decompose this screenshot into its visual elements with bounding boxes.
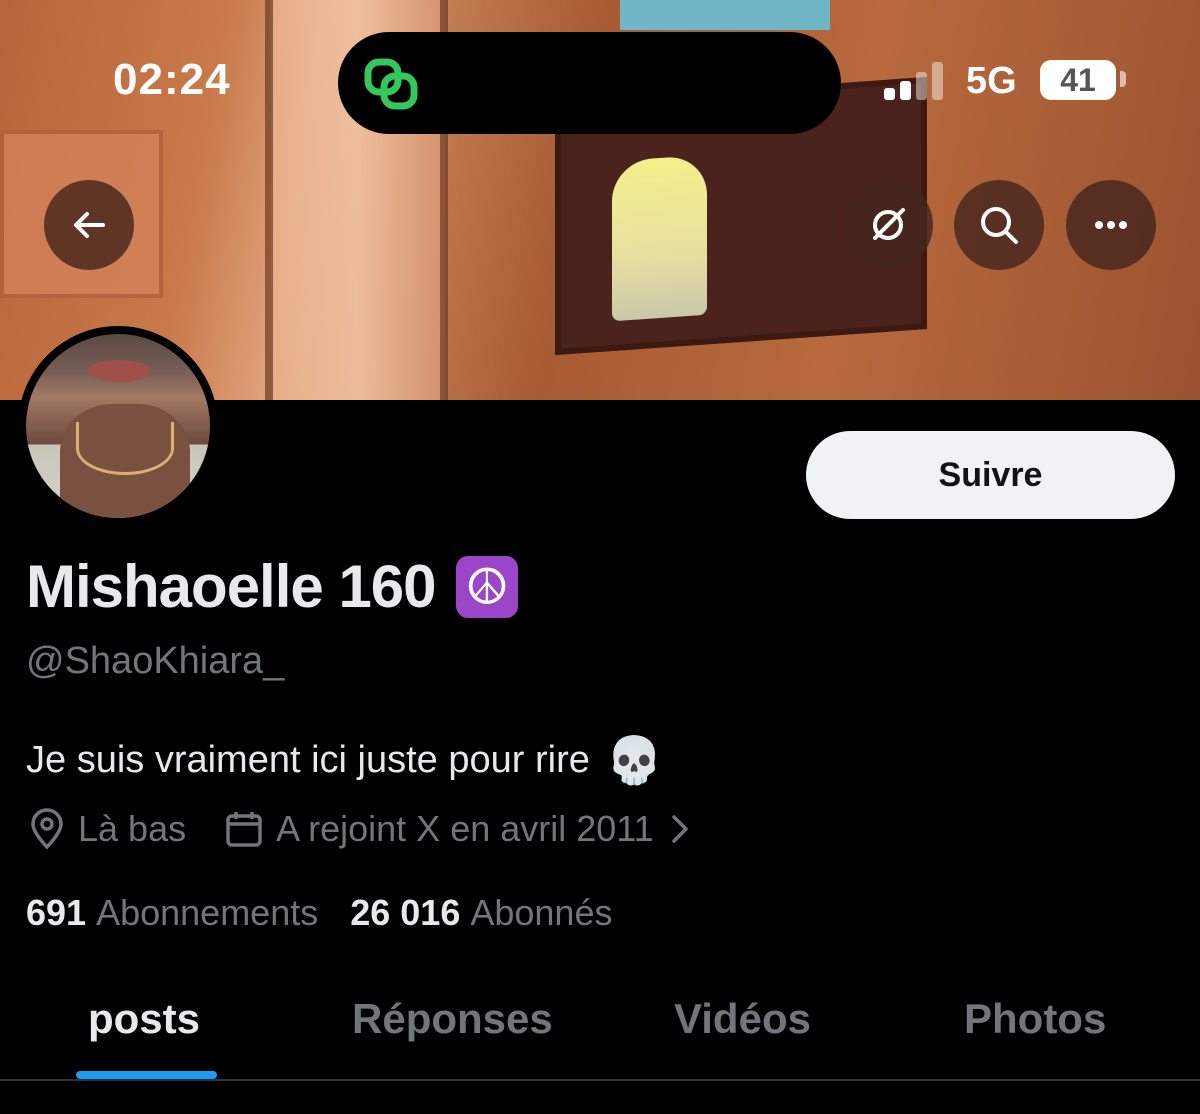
display-name-row: Mishaoelle 160 ☮: [26, 552, 518, 621]
followers-label[interactable]: Abonnés: [470, 892, 612, 934]
chevron-right-icon: [671, 815, 688, 843]
bio-row: Je suis vraiment ici juste pour rire 💀: [26, 733, 663, 788]
profile-meta: Là bas A rejoint X en avril 2011: [28, 808, 690, 850]
location-text: Là bas: [78, 808, 187, 849]
calendar-icon: [226, 812, 262, 847]
tab-videos[interactable]: Vidéos: [674, 995, 811, 1043]
tab-posts[interactable]: posts: [88, 995, 200, 1043]
search-button[interactable]: [954, 180, 1044, 270]
status-time: 02:24: [113, 55, 231, 104]
battery-nub: [1120, 71, 1126, 87]
display-name: Mishaoelle 160: [26, 553, 437, 620]
following-count[interactable]: 691: [26, 892, 86, 934]
peace-icon: ☮: [455, 555, 518, 618]
location-pin-icon: [31, 808, 63, 850]
tab-photos[interactable]: Photos: [964, 995, 1106, 1043]
avatar[interactable]: [18, 326, 218, 526]
more-icon: [1095, 221, 1127, 229]
arrow-left-icon: [74, 212, 105, 238]
following-label[interactable]: Abonnements: [96, 892, 318, 934]
banner-decor: [620, 0, 830, 30]
profile-tabs: posts Réponses Vidéos Photos: [0, 985, 1200, 1080]
active-tab-indicator: [76, 1071, 217, 1079]
followers-count[interactable]: 26 016: [350, 892, 460, 934]
bio-text: Je suis vraiment ici juste pour rire: [26, 739, 590, 781]
follow-stats: 691 Abonnements 26 016 Abonnés: [26, 892, 644, 934]
signal-icon: [884, 62, 946, 100]
grok-icon: [873, 208, 905, 240]
back-button[interactable]: [44, 180, 134, 270]
skull-icon: 💀: [605, 733, 664, 787]
tabs-divider: [0, 1079, 1200, 1081]
link-icon: [364, 58, 418, 110]
more-button[interactable]: [1066, 180, 1156, 270]
joined-link[interactable]: A rejoint X en avril 2011: [276, 808, 654, 850]
follow-button[interactable]: Suivre: [806, 431, 1175, 519]
banner-decor: [612, 154, 707, 322]
grok-button[interactable]: [843, 180, 933, 270]
search-icon: [981, 207, 1018, 244]
user-handle: @ShaoKhiara_: [26, 640, 285, 682]
banner-decor: [265, 0, 273, 400]
avatar-image: [26, 334, 210, 518]
tab-replies[interactable]: Réponses: [352, 995, 553, 1043]
network-type: 5G: [966, 60, 1017, 102]
battery-icon: 41: [1040, 60, 1116, 100]
dynamic-island[interactable]: [338, 32, 841, 134]
